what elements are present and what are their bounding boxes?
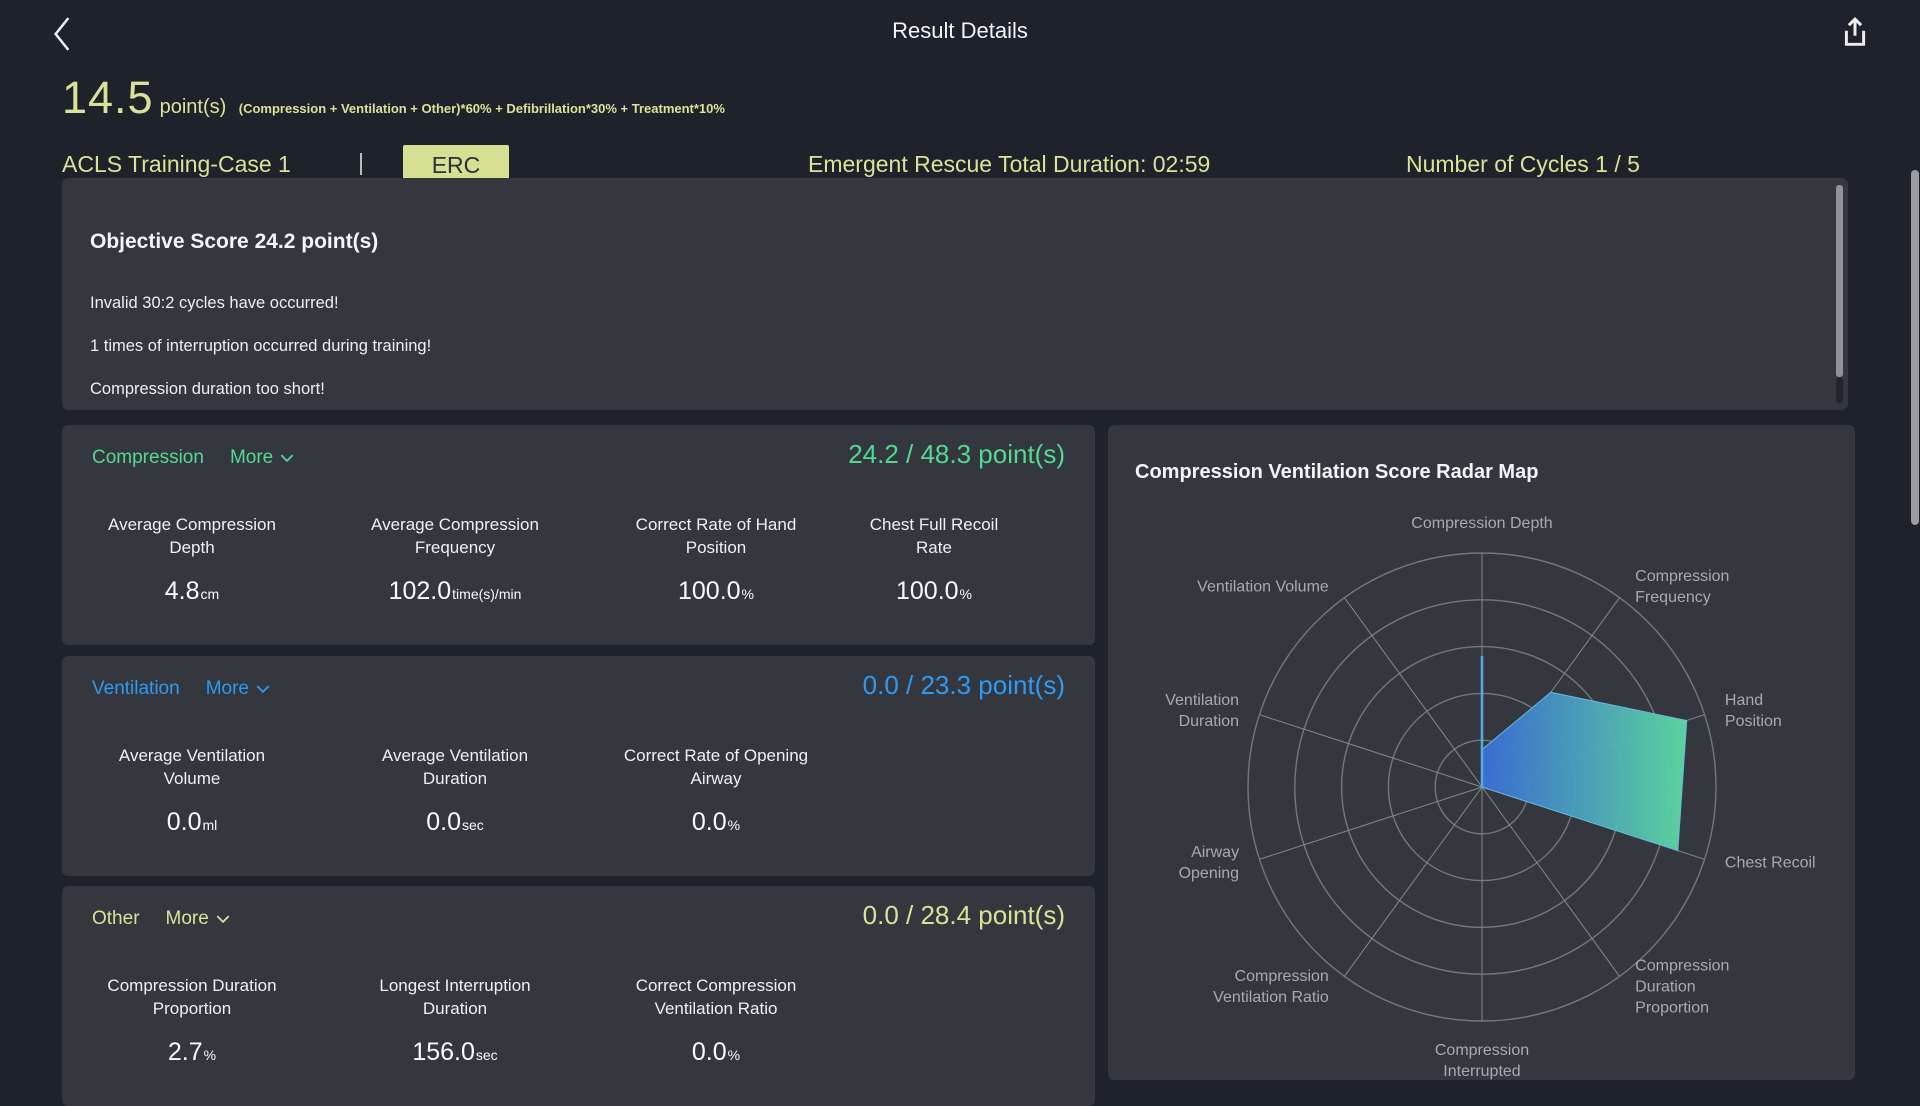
chevron-down-icon — [280, 454, 294, 462]
share-export-icon — [1844, 16, 1866, 46]
export-button[interactable] — [1840, 16, 1872, 48]
panel-scrollbar-thumb[interactable] — [1836, 185, 1843, 377]
page-title: Result Details — [892, 18, 1028, 43]
metric-compression-duration-proportion: Compression Duration Proportion 2.7% — [107, 976, 277, 1066]
other-more-button[interactable]: More — [166, 908, 230, 930]
ventilation-score: 0.0 / 23.3 point(s) — [862, 670, 1065, 700]
objective-score-panel: Objective Score 24.2 point(s) Invalid 30… — [62, 178, 1848, 410]
page-scrollbar-thumb[interactable] — [1911, 170, 1919, 525]
chevron-down-icon — [256, 685, 270, 693]
meta-divider: | — [358, 149, 364, 175]
radar-axis-label: Ventilation Volume — [1197, 578, 1329, 596]
cycles-label: Number of Cycles 1 / 5 — [1406, 151, 1640, 177]
total-score-unit: point(s) — [159, 96, 227, 118]
radar-map-panel: Compression Ventilation Score Radar Map … — [1108, 425, 1855, 1080]
total-score-line: 14.5 point(s) (Compression + Ventilation … — [62, 72, 725, 124]
metric-airway-opening-rate: Correct Rate of Opening Airway 0.0% — [623, 746, 809, 836]
section-title-compression: Compression — [92, 447, 204, 468]
top-bar: Result Details — [0, 0, 1920, 64]
metric-compression-ventilation-ratio: Correct Compression Ventilation Ratio 0.… — [635, 976, 797, 1066]
radar-axis-label: Hand Position — [1724, 691, 1782, 730]
metric-chest-recoil-rate: Chest Full Recoil Rate 100.0% — [869, 515, 999, 605]
total-duration-label: Emergent Rescue Total Duration: 02:59 — [808, 151, 1211, 177]
metric-avg-ventilation-duration: Average Ventilation Duration 0.0sec — [381, 746, 529, 836]
objective-message: Compression duration too short! — [90, 380, 325, 398]
radar-axis-label: Airway Opening — [1178, 844, 1240, 883]
compression-score: 24.2 / 48.3 point(s) — [848, 439, 1065, 469]
radar-axis-label: Compression Duration Proportion — [1635, 957, 1730, 1017]
objective-message: 1 times of interruption occurred during … — [90, 337, 432, 355]
ventilation-section-panel: Ventilation More 0.0 / 23.3 point(s) Ave… — [62, 656, 1095, 876]
chevron-down-icon — [216, 915, 230, 923]
metric-longest-interruption-duration: Longest Interruption Duration 156.0sec — [379, 976, 531, 1066]
objective-message: Invalid 30:2 cycles have occurred! — [90, 294, 339, 312]
metric-avg-compression-frequency: Average Compression Frequency 102.0time(… — [371, 515, 539, 605]
other-section-panel: Other More 0.0 / 28.4 point(s) Compressi… — [62, 886, 1095, 1106]
objective-score-title: Objective Score 24.2 point(s) — [90, 230, 379, 253]
panel-scrollbar-track[interactable] — [1836, 377, 1843, 403]
compression-more-button[interactable]: More — [230, 447, 294, 469]
radar-axis-label: Compression Ventilation Ratio — [1213, 967, 1329, 1006]
result-details-page: { "header": { "title": "Result Details" … — [0, 0, 1920, 1106]
section-title-ventilation: Ventilation — [92, 678, 180, 699]
score-formula: (Compression + Ventilation + Other)*60% … — [238, 101, 725, 116]
total-score-value: 14.5 — [62, 72, 154, 123]
radar-axis-label: Chest Recoil — [1724, 854, 1816, 872]
radar-axis-label: Compression Interrupted — [1434, 1042, 1530, 1080]
ventilation-more-button[interactable]: More — [206, 678, 270, 700]
radar-axis-label: Compression Depth — [1411, 515, 1553, 532]
metric-avg-ventilation-volume: Average Ventilation Volume 0.0ml — [118, 746, 266, 836]
case-name: ACLS Training-Case 1 — [62, 151, 291, 177]
section-title-other: Other — [92, 908, 140, 929]
radar-axis-label: Compression Frequency — [1635, 568, 1730, 607]
other-score: 0.0 / 28.4 point(s) — [862, 900, 1065, 930]
compression-section-panel: Compression More 24.2 / 48.3 point(s) Av… — [62, 425, 1095, 645]
radar-axis-label: Ventilation Duration — [1165, 691, 1240, 730]
metric-avg-compression-depth: Average Compression Depth 4.8cm — [108, 515, 276, 605]
